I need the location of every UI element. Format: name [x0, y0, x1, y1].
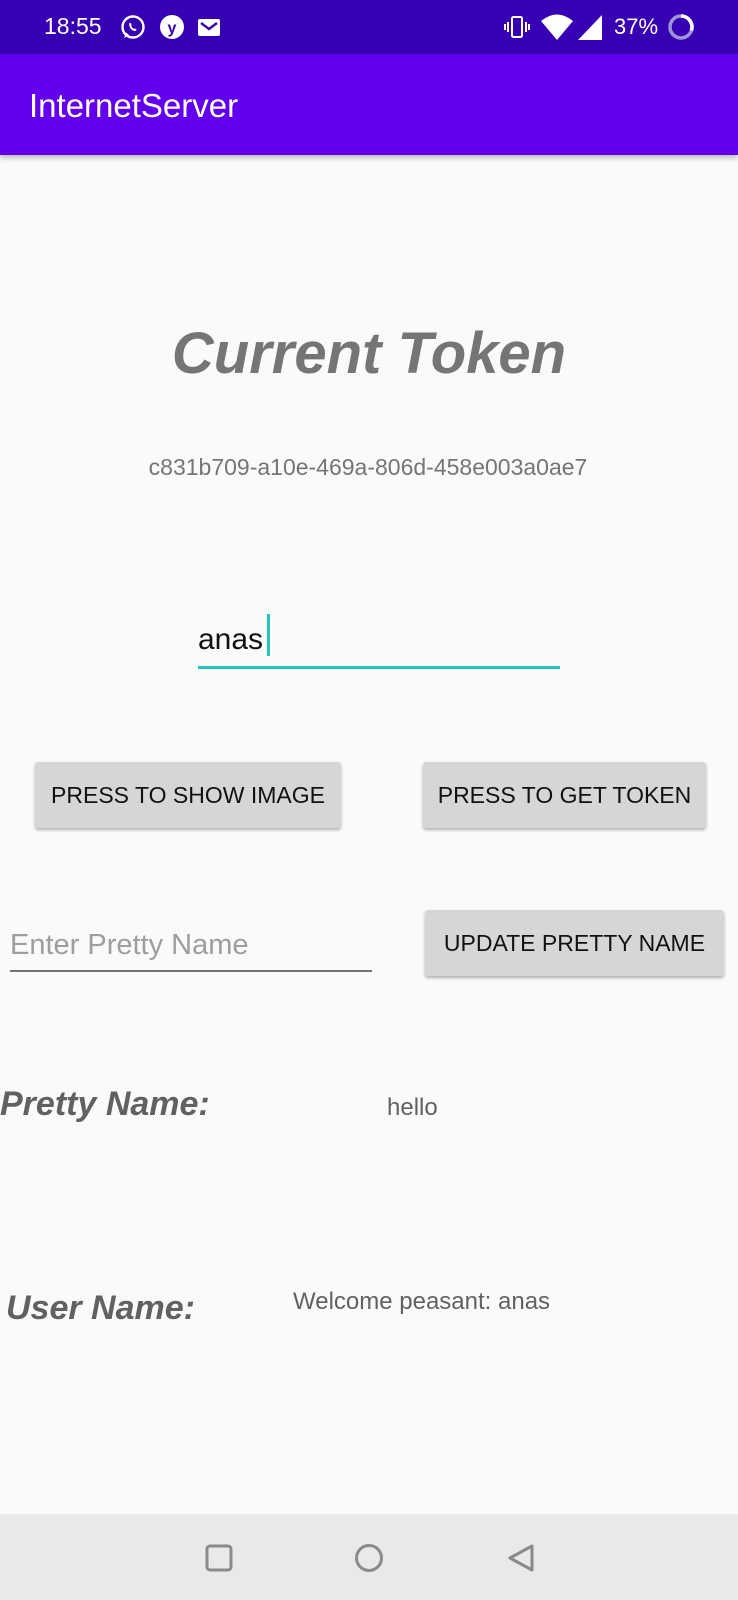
pretty-name-input[interactable] — [10, 920, 372, 972]
app-bar: InternetServer — [0, 54, 738, 155]
gmail-icon — [196, 14, 222, 40]
update-pretty-name-button[interactable]: UPDATE PRETTY NAME — [425, 910, 724, 976]
pretty-name-value: hello — [387, 1094, 438, 1121]
svg-text:y: y — [168, 20, 177, 37]
app-title: InternetServer — [29, 87, 239, 124]
get-token-button[interactable]: PRESS TO GET TOKEN — [423, 762, 706, 828]
name-input[interactable] — [198, 614, 560, 669]
show-image-button[interactable]: PRESS TO SHOW IMAGE — [35, 762, 341, 828]
vibrate-icon — [504, 13, 530, 39]
navigation-bar — [0, 1514, 738, 1600]
home-icon[interactable] — [353, 1542, 385, 1574]
recents-icon[interactable] — [203, 1542, 235, 1574]
status-bar: 18:55 y 37% — [0, 0, 738, 54]
signal-icon — [576, 13, 604, 41]
battery-icon — [667, 13, 695, 41]
yahoo-icon: y — [159, 14, 185, 40]
user-name-value: Welcome peasant: anas — [293, 1288, 551, 1315]
token-value: c831b709-a10e-469a-806d-458e003a0ae7 — [148, 454, 588, 480]
user-name-label: User Name: — [6, 1289, 195, 1327]
wifi-icon — [540, 12, 574, 42]
pretty-name-label: Pretty Name: — [0, 1085, 210, 1123]
back-icon[interactable] — [505, 1542, 537, 1574]
status-time: 18:55 — [44, 13, 102, 39]
battery-percent: 37% — [614, 14, 659, 39]
token-heading: Current Token — [171, 321, 567, 386]
whatsapp-icon — [120, 14, 146, 40]
text-cursor — [267, 614, 270, 656]
